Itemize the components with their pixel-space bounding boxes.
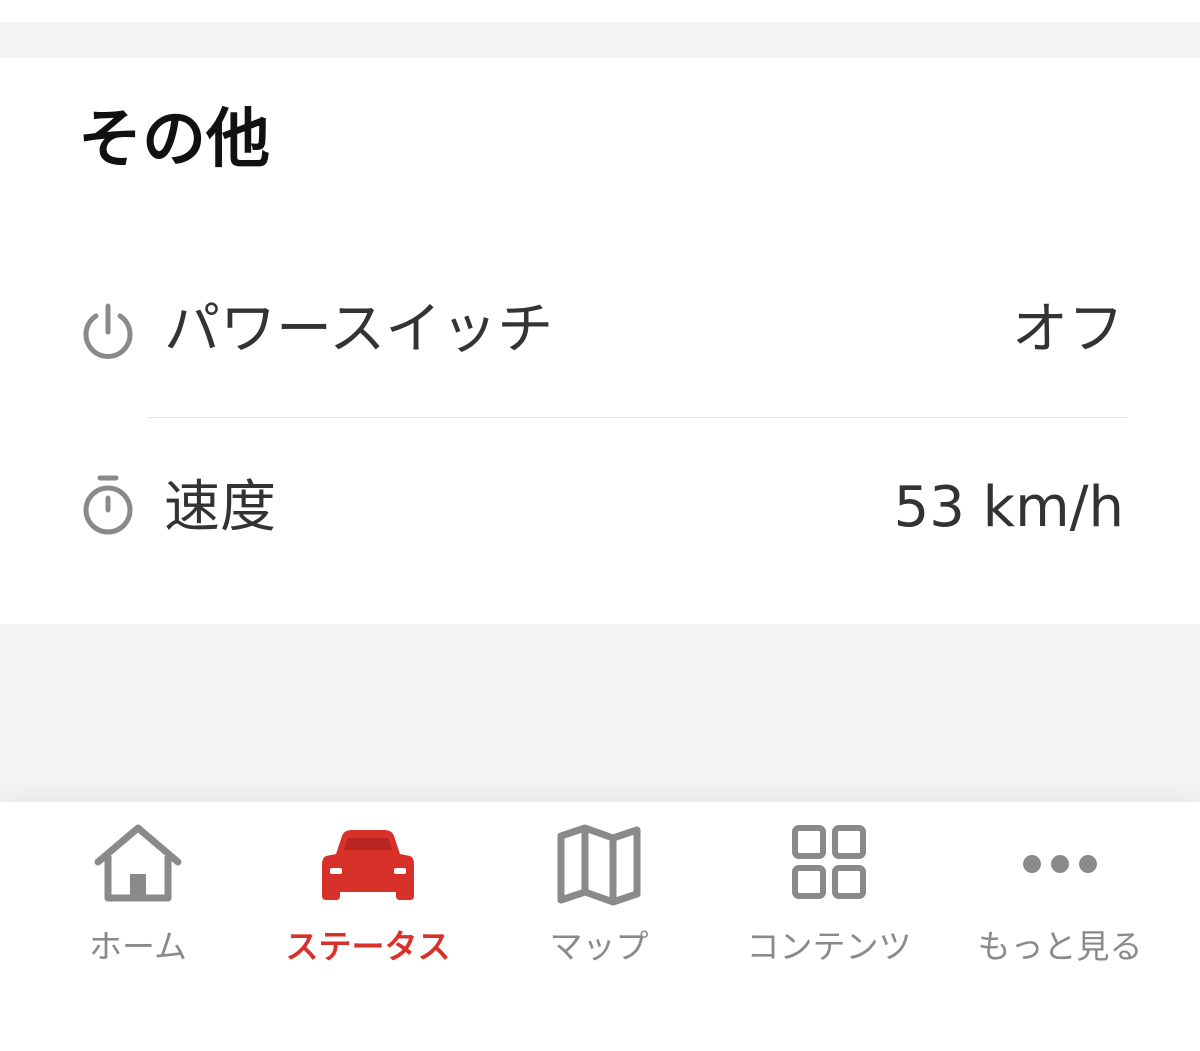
power-switch-label: パワースイッチ — [164, 297, 554, 362]
home-icon — [94, 824, 182, 902]
power-switch-row: パワースイッチ オフ — [0, 272, 1200, 392]
power-switch-value: オフ — [1012, 297, 1124, 362]
tab-home-label: ホーム — [88, 927, 187, 966]
speed-value: 53 km/h — [893, 475, 1124, 540]
tab-contents-label: コンテンツ — [746, 927, 912, 966]
power-icon — [83, 303, 133, 359]
section-title: その他 — [78, 103, 270, 177]
car-icon — [322, 830, 414, 900]
tab-status-label: ステータス — [285, 927, 451, 966]
map-icon — [557, 824, 641, 906]
grid-icon — [792, 825, 866, 899]
more-dots-icon — [1023, 855, 1097, 873]
row-divider — [148, 417, 1128, 418]
stopwatch-icon — [83, 475, 133, 535]
tab-map-label: マップ — [549, 927, 649, 966]
tab-home[interactable]: ホーム — [23, 802, 253, 1002]
speed-row: 速度 53 km/h — [0, 452, 1200, 572]
tab-status[interactable]: ステータス — [253, 802, 483, 1002]
speed-label: 速度 — [164, 475, 276, 540]
top-strip — [0, 0, 1200, 22]
tab-more-label: もっと見る — [977, 927, 1143, 966]
tab-map[interactable]: マップ — [484, 802, 714, 1002]
tab-contents[interactable]: コンテンツ — [714, 802, 944, 1002]
bottom-tab-bar: ホーム ステータス マップ コンテンツ もっと見る — [0, 802, 1200, 1051]
tab-more[interactable]: もっと見る — [945, 802, 1175, 1002]
